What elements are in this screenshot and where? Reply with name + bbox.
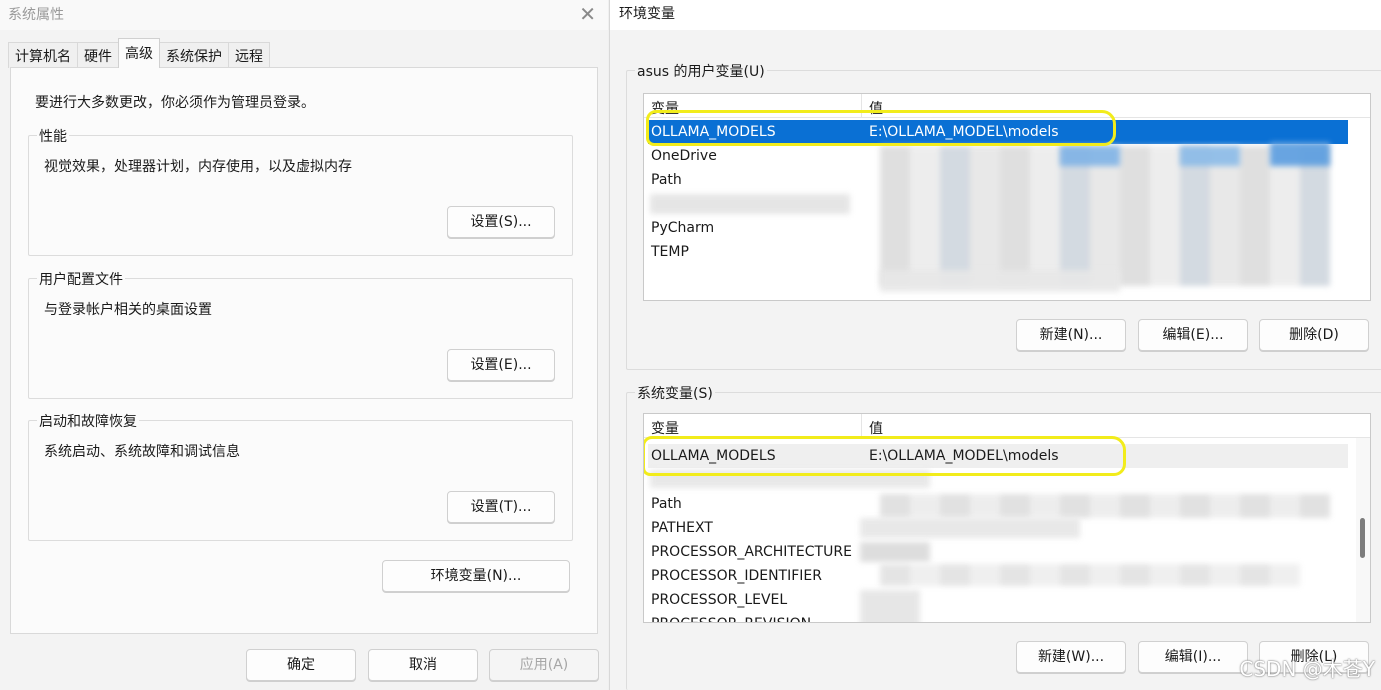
startup-recovery-group: 启动和故障恢复 系统启动、系统故障和调试信息 设置(T)... — [28, 411, 573, 541]
variable-name: PyCharm — [651, 220, 715, 236]
list-item[interactable]: PROCESSOR_ARCHITECTURE — [648, 540, 1348, 564]
scrollbar-thumb[interactable] — [1360, 518, 1365, 558]
redacted-values — [1270, 142, 1330, 166]
user-profiles-settings-button[interactable]: 设置(E)... — [447, 349, 555, 381]
system-variables-group: 系统变量(S) 变量 值 OLLAMA_MODELS E:\OLLAMA_MOD… — [626, 383, 1381, 690]
redacted-values — [1180, 146, 1240, 166]
variable-name: Path — [651, 496, 682, 512]
vertical-scrollbar[interactable] — [1356, 438, 1370, 622]
startup-recovery-settings-button[interactable]: 设置(T)... — [447, 491, 555, 523]
redacted-values — [1060, 146, 1120, 166]
user-variables-group: asus 的用户变量(U) 变量 值 OLLAMA_MODELS E:\OLLA… — [626, 61, 1381, 370]
group-description: 系统启动、系统故障和调试信息 — [44, 444, 240, 460]
window-title: 环境变量 — [619, 6, 675, 22]
redacted-values — [880, 494, 1330, 518]
variable-name: PROCESSOR_REVISION — [651, 612, 811, 622]
group-legend: 用户配置文件 — [37, 269, 125, 289]
group-legend: 系统变量(S) — [635, 383, 715, 403]
user-variables-list[interactable]: 变量 值 OLLAMA_MODELS E:\OLLAMA_MODEL\model… — [643, 93, 1371, 301]
system-new-button[interactable]: 新建(W)... — [1016, 641, 1126, 673]
admin-notice: 要进行大多数更改，你必须作为管理员登录。 — [35, 95, 315, 111]
redacted-values — [860, 518, 1080, 538]
redacted-values — [860, 590, 920, 622]
performance-settings-button[interactable]: 设置(S)... — [447, 206, 555, 238]
title-bar: 系统属性 ✕ — [0, 0, 608, 30]
variable-name: PROCESSOR_IDENTIFIER — [651, 568, 822, 584]
tab-strip: 计算机名 硬件 高级 系统保护 远程 — [8, 38, 270, 68]
list-header: 变量 值 — [644, 414, 1370, 438]
group-legend: 启动和故障恢复 — [37, 411, 139, 431]
redacted-values — [860, 542, 930, 562]
window-title: 系统属性 — [8, 7, 64, 23]
environment-variables-button[interactable]: 环境变量(N)... — [382, 560, 570, 592]
system-properties-window: 系统属性 ✕ 计算机名 硬件 高级 系统保护 远程 要进行大多数更改，你必须作为… — [0, 0, 608, 690]
user-delete-button[interactable]: 删除(D) — [1259, 319, 1369, 351]
tab-hardware[interactable]: 硬件 — [77, 42, 119, 68]
variable-name: Path — [651, 172, 682, 188]
user-edit-button[interactable]: 编辑(E)... — [1138, 319, 1248, 351]
group-legend: 性能 — [37, 126, 69, 146]
redacted-values — [650, 194, 850, 214]
cancel-button[interactable]: 取消 — [368, 649, 478, 681]
apply-button[interactable]: 应用(A) — [489, 649, 599, 681]
tab-advanced[interactable]: 高级 — [118, 38, 160, 68]
redacted-values — [880, 270, 1120, 292]
user-new-button[interactable]: 新建(N)... — [1016, 319, 1126, 351]
highlight-circle — [646, 110, 1116, 146]
tab-computer-name[interactable]: 计算机名 — [8, 42, 78, 68]
variable-name: TEMP — [651, 244, 689, 260]
column-separator[interactable] — [861, 414, 862, 438]
performance-group: 性能 视觉效果，处理器计划，内存使用，以及虚拟内存 设置(S)... — [28, 126, 573, 256]
environment-variables-window: 环境变量 asus 的用户变量(U) 变量 值 OLLAMA_MODELS E:… — [609, 0, 1381, 690]
user-profiles-group: 用户配置文件 与登录帐户相关的桌面设置 设置(E)... — [28, 269, 573, 399]
variable-name: PROCESSOR_LEVEL — [651, 592, 788, 608]
group-description: 与登录帐户相关的桌面设置 — [44, 302, 212, 318]
list-item[interactable]: PROCESSOR_LEVEL — [648, 588, 1348, 612]
system-edit-button[interactable]: 编辑(I)... — [1138, 641, 1248, 673]
redacted-values — [880, 564, 1300, 586]
title-bar: 环境变量 — [610, 0, 1381, 30]
redacted-values — [880, 146, 1330, 286]
list-item[interactable]: PROCESSOR_REVISION — [648, 612, 1348, 622]
watermark: CSDN @木苍Y — [1239, 657, 1375, 681]
variable-name: PROCESSOR_ARCHITECTURE — [651, 544, 852, 560]
column-header-name[interactable]: 变量 — [651, 418, 679, 438]
variable-name: OneDrive — [651, 148, 717, 164]
ok-button[interactable]: 确定 — [246, 649, 356, 681]
column-header-value[interactable]: 值 — [869, 418, 883, 438]
group-legend: asus 的用户变量(U) — [635, 61, 767, 81]
variable-name: PATHEXT — [651, 520, 713, 536]
highlight-circle — [644, 436, 1126, 476]
tab-system-protection[interactable]: 系统保护 — [159, 42, 229, 68]
group-description: 视觉效果，处理器计划，内存使用，以及虚拟内存 — [44, 159, 352, 175]
advanced-tab-panel: 要进行大多数更改，你必须作为管理员登录。 性能 视觉效果，处理器计划，内存使用，… — [10, 67, 598, 634]
tab-remote[interactable]: 远程 — [228, 42, 270, 68]
system-variables-list[interactable]: 变量 值 OLLAMA_MODELS E:\OLLAMA_MODEL\model… — [643, 413, 1371, 623]
close-icon[interactable]: ✕ — [579, 2, 596, 26]
